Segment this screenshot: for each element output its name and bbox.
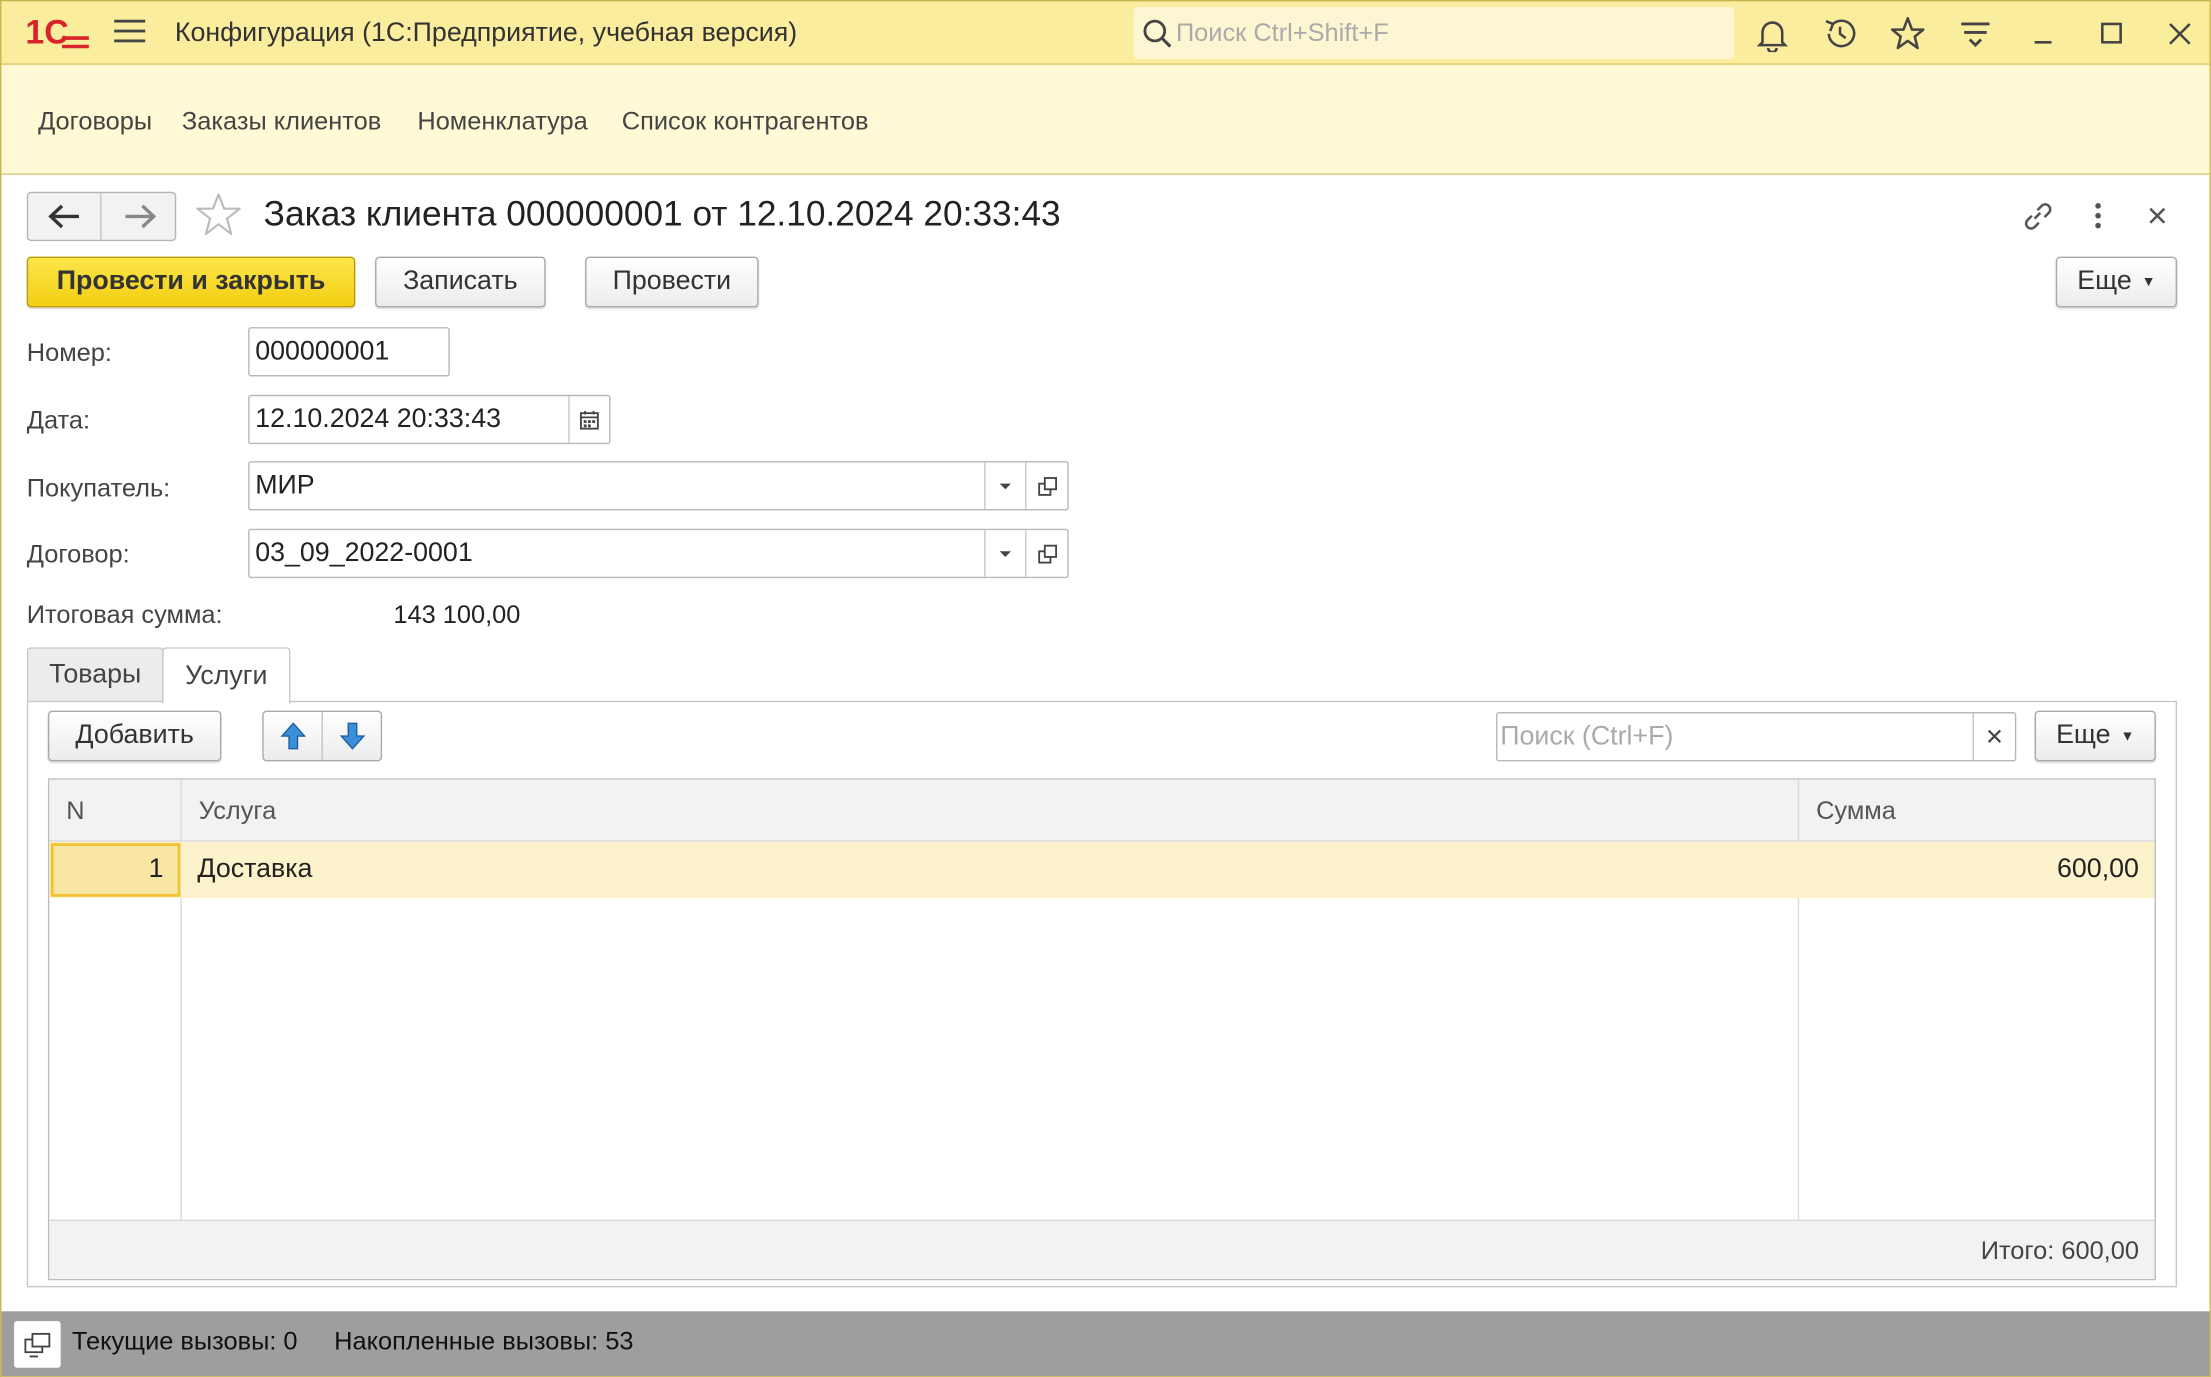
table-footer: Итого: 600,00 [49, 1219, 2155, 1279]
clear-search-icon[interactable]: ✕ [1972, 713, 2015, 760]
form-more-button[interactable]: Еще ▼ [2055, 256, 2178, 308]
table-footer-total: Итого: 600,00 [1980, 1236, 2139, 1265]
buyer-dropdown-button[interactable] [984, 462, 1025, 510]
total-sum-label: Итоговая сумма: [26, 600, 223, 629]
form-more-label: Еще [2077, 266, 2132, 297]
1c-logo-icon[interactable]: 1С [25, 14, 90, 51]
section-counterparties[interactable]: Список контрагентов [622, 107, 869, 137]
buyer-open-button[interactable] [1025, 462, 1067, 510]
section-contracts[interactable]: Договоры [38, 107, 152, 137]
calendar-icon [580, 410, 599, 429]
open-form-icon [1037, 476, 1057, 496]
chevron-down-icon: ▼ [2120, 728, 2135, 744]
move-down-button[interactable] [323, 712, 382, 760]
number-value: 000000001 [255, 336, 390, 367]
global-search-input[interactable] [1175, 15, 1712, 50]
table-search-input[interactable] [1500, 720, 1966, 755]
maximize-icon[interactable] [2094, 16, 2131, 53]
chevron-down-icon: ▼ [2141, 274, 2156, 290]
accumulated-calls: Накопленные вызовы: 53 [334, 1326, 634, 1356]
move-up-button[interactable] [264, 712, 323, 760]
table-row[interactable]: 1 Доставка 600,00 [49, 841, 2155, 899]
close-window-icon[interactable] [2162, 16, 2199, 53]
buyer-label: Покупатель: [26, 473, 171, 502]
buyer-field[interactable]: МИР [248, 461, 1069, 511]
bell-icon[interactable] [1754, 16, 1791, 53]
calendar-button[interactable] [568, 396, 609, 443]
table-cell-service: Доставка [197, 854, 313, 885]
services-table: N Услуга Сумма 1 Доставка 600,00 Итого: … [47, 778, 2156, 1281]
column-header-sum[interactable]: Сумма [1816, 797, 1896, 827]
main-menu-icon[interactable] [114, 19, 146, 45]
table-more-label: Еще [2056, 720, 2111, 751]
monitor-windows-icon [23, 1332, 50, 1357]
search-icon [1143, 19, 1172, 48]
number-field[interactable]: 000000001 [248, 327, 450, 377]
dropdown-triangle-icon [999, 550, 1011, 557]
forward-button[interactable] [103, 193, 176, 240]
sections-panel: Договоры Заказы клиентов Номенклатура Сп… [1, 64, 2210, 175]
history-icon[interactable] [1822, 16, 1859, 53]
status-bar: Текущие вызовы: 0 Накопленные вызовы: 53 [1, 1311, 2210, 1377]
favorite-star-icon[interactable] [193, 190, 244, 241]
date-field[interactable]: 12.10.2024 20:33:43 [248, 394, 611, 445]
tab-goods[interactable]: Товары [26, 647, 164, 703]
column-header-service[interactable]: Услуга [199, 797, 276, 827]
more-actions-icon[interactable] [2080, 197, 2117, 234]
save-button[interactable]: Записать [375, 256, 546, 308]
date-label: Дата: [26, 406, 91, 435]
table-search[interactable]: ✕ [1496, 712, 2017, 762]
current-calls: Текущие вызовы: 0 [71, 1326, 298, 1356]
open-form-icon [1037, 544, 1057, 563]
form-title: Заказ клиента 000000001 от 12.10.2024 20… [263, 194, 1061, 235]
table-cell-n: 1 [148, 854, 164, 885]
table-cell-sum: 600,00 [2057, 854, 2139, 885]
column-header-n[interactable]: N [66, 797, 84, 827]
arrow-right-icon [125, 204, 157, 229]
section-nomenclature[interactable]: Номенклатура [417, 107, 587, 137]
arrow-left-icon [48, 204, 79, 229]
contract-value: 03_09_2022-0001 [255, 538, 473, 569]
post-and-close-button[interactable]: Провести и закрыть [26, 256, 356, 308]
number-label: Номер: [26, 338, 112, 367]
navigation-buttons [26, 191, 177, 242]
table-more-button[interactable]: Еще ▼ [2034, 710, 2156, 762]
app-title: Конфигурация (1С:Предприятие, учебная ве… [174, 18, 798, 48]
functions-menu-icon[interactable] [1957, 16, 1994, 53]
section-client-orders[interactable]: Заказы клиентов [182, 107, 381, 137]
performance-monitor-button[interactable] [14, 1321, 61, 1368]
link-icon[interactable] [2019, 197, 2056, 234]
table-header: N Услуга Сумма [49, 779, 2155, 842]
date-value: 12.10.2024 20:33:43 [255, 404, 502, 435]
global-search[interactable] [1133, 7, 1735, 60]
contract-open-button[interactable] [1025, 530, 1067, 577]
minimize-icon[interactable] [2025, 16, 2062, 53]
arrow-down-icon [339, 722, 366, 750]
contract-field[interactable]: 03_09_2022-0001 [248, 528, 1069, 579]
total-sum-value: 143 100,00 [393, 600, 521, 629]
post-button[interactable]: Провести [585, 256, 759, 308]
dropdown-triangle-icon [999, 482, 1011, 489]
title-bar: 1С Конфигурация (1С:Предприятие, учебная… [1, 1, 2210, 65]
arrow-up-icon [279, 722, 306, 750]
back-button[interactable] [28, 193, 102, 240]
contract-label: Договор: [26, 540, 130, 569]
app-window: 1С Конфигурация (1С:Предприятие, учебная… [0, 0, 2211, 1377]
add-row-button[interactable]: Добавить [47, 710, 222, 762]
buyer-value: МИР [255, 470, 315, 501]
contract-dropdown-button[interactable] [984, 530, 1025, 577]
favorites-star-icon[interactable] [1889, 16, 1926, 53]
move-buttons [262, 710, 383, 762]
close-form-icon[interactable] [2139, 197, 2176, 234]
tab-services[interactable]: Услуги [162, 647, 291, 704]
